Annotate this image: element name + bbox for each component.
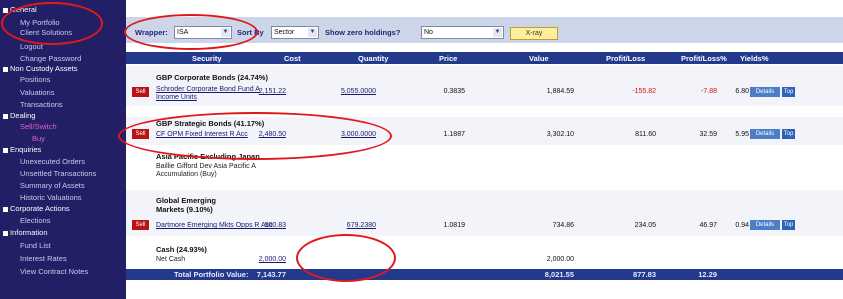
cash-cost-value[interactable]: 2,000.00 <box>230 256 286 263</box>
col-header-profit-loss[interactable]: Profit/Loss <box>606 54 645 63</box>
sidebar-nav: General My Portfolio Client Solutions Lo… <box>0 0 126 299</box>
group-title: Cash (24.93%) <box>156 245 207 254</box>
section-bullet-icon <box>3 66 8 72</box>
profit-loss-pct-value: 46.97 <box>699 222 717 229</box>
sidebar-item-unsettled-transactions[interactable]: Unsettled Transactions <box>20 169 96 178</box>
total-row: Total Portfolio Value: 7,143.77 8,021.55… <box>126 269 843 280</box>
sidebar-section-general[interactable]: General <box>3 5 37 14</box>
sort-by-select-value: Sector <box>274 29 295 36</box>
profit-loss-pct-value: 32.59 <box>699 131 717 138</box>
yield-value: 5.95 <box>735 131 749 138</box>
details-button[interactable]: Details <box>750 87 780 97</box>
details-button[interactable]: Details <box>750 129 780 139</box>
show-zero-holdings-value: No <box>424 29 433 36</box>
table-header: Security Cost Quantity Price Value Profi… <box>126 52 843 64</box>
sidebar-item-my-portfolio[interactable]: My Portfolio <box>20 18 60 27</box>
xray-button[interactable]: X-ray <box>510 27 558 40</box>
market-value: 734.86 <box>552 222 574 229</box>
price-value: 1.0819 <box>443 222 465 229</box>
market-value: 3,302.10 <box>546 131 574 138</box>
sidebar-item-positions[interactable]: Positions <box>20 75 50 84</box>
group-title: GBP Strategic Bonds (41.17%) <box>156 119 265 128</box>
cost-value[interactable]: 2,480.50 <box>230 131 286 138</box>
group-title: GBP Corporate Bonds (24.74%) <box>156 73 268 82</box>
section-bullet-icon <box>3 113 8 119</box>
col-header-profit-loss-pct[interactable]: Profit/Loss% <box>681 54 727 63</box>
yield-value: 0.94 <box>735 222 749 229</box>
sidebar-item-client-solutions[interactable]: Client Solutions <box>20 28 72 37</box>
wrapper-select-value: ISA <box>177 29 189 36</box>
top-button[interactable]: Top <box>782 220 795 230</box>
total-cost: 7,143.77 <box>256 270 286 279</box>
top-button[interactable]: Top <box>782 129 795 139</box>
group-title: Global Emerging Markets (9.10%) <box>156 196 217 214</box>
profit-loss-value: 234.05 <box>634 222 656 229</box>
total-profit-loss-pct: 12.29 <box>698 270 717 279</box>
sell-button[interactable]: Sell <box>132 220 149 230</box>
yield-value: 6.80 <box>735 88 749 95</box>
quantity-value[interactable]: 679.2380 <box>320 222 376 229</box>
sidebar-item-interest-rates[interactable]: Interest Rates <box>20 254 67 263</box>
wrapper-select[interactable]: ISA ▼ <box>174 26 232 39</box>
profit-loss-value: 811.60 <box>635 131 656 138</box>
sidebar-item-transactions[interactable]: Transactions <box>20 100 63 109</box>
cost-value[interactable]: 2,151.22 <box>230 88 286 95</box>
section-bullet-icon <box>3 206 8 212</box>
sidebar-section-non-custody-assets[interactable]: Non Custody Assets <box>3 64 78 73</box>
top-button[interactable]: Top <box>782 87 795 97</box>
col-header-quantity[interactable]: Quantity <box>358 54 388 63</box>
security-note: Baillie Gifford Dev Asia Pacific A Accum… <box>156 163 256 178</box>
col-header-security[interactable]: Security <box>192 54 222 63</box>
show-zero-holdings-select[interactable]: No ▼ <box>421 26 504 39</box>
cash-value: 2,000.00 <box>546 256 574 263</box>
total-value: 8,021.55 <box>544 270 574 279</box>
section-bullet-icon <box>3 147 8 153</box>
sidebar-item-summary-of-assets[interactable]: Summary of Assets <box>20 181 85 190</box>
sidebar-item-valuations[interactable]: Valuations <box>20 88 54 97</box>
sidebar-item-fund-list[interactable]: Fund List <box>20 241 51 250</box>
chevron-down-icon: ▼ <box>221 28 230 37</box>
chevron-down-icon: ▼ <box>308 28 317 37</box>
cash-label: Net Cash <box>156 256 186 263</box>
sidebar-item-unexecuted-orders[interactable]: Unexecuted Orders <box>20 157 85 166</box>
col-header-cost[interactable]: Cost <box>284 54 301 63</box>
show-zero-holdings-label: Show zero holdings? <box>325 28 401 37</box>
sidebar-section-information[interactable]: Information <box>3 228 48 237</box>
sidebar-item-view-contract-notes[interactable]: View Contract Notes <box>20 267 88 276</box>
sidebar-item-change-password[interactable]: Change Password <box>20 54 81 63</box>
quantity-value[interactable]: 3,000.0000 <box>320 131 376 138</box>
col-header-price[interactable]: Price <box>439 54 457 63</box>
portfolio-toolbar: Wrapper: ISA ▼ Sort By Sector ▼ Show zer… <box>126 17 843 43</box>
quantity-value[interactable]: 5,055.0000 <box>320 88 376 95</box>
sidebar-item-elections[interactable]: Elections <box>20 216 50 225</box>
sort-by-label: Sort By <box>237 28 264 37</box>
group-title: Asia Pacific Excluding Japan <box>156 152 260 161</box>
sidebar-item-sell-switch[interactable]: Sell/Switch <box>20 122 57 131</box>
sidebar-section-enquiries[interactable]: Enquiries <box>3 145 41 154</box>
price-value: 0.3835 <box>443 88 465 95</box>
section-bullet-icon <box>3 230 8 236</box>
section-bullet-icon <box>3 7 8 13</box>
price-value: 1.1887 <box>443 131 465 138</box>
profit-loss-value: -155.82 <box>632 88 656 95</box>
sell-button[interactable]: Sell <box>132 129 149 139</box>
profit-loss-pct-value: -7.88 <box>701 88 717 95</box>
sort-by-select[interactable]: Sector ▼ <box>271 26 319 39</box>
chevron-down-icon: ▼ <box>493 28 502 37</box>
col-header-value[interactable]: Value <box>529 54 549 63</box>
sidebar-section-dealing[interactable]: Dealing <box>3 111 35 120</box>
sell-button[interactable]: Sell <box>132 87 149 97</box>
total-profit-loss: 877.83 <box>633 270 656 279</box>
sidebar-item-buy[interactable]: Buy <box>32 134 45 143</box>
market-value: 1,884.59 <box>546 88 574 95</box>
sidebar-item-historic-valuations[interactable]: Historic Valuations <box>20 193 82 202</box>
sidebar-item-logout[interactable]: Logout <box>20 42 43 51</box>
wrapper-label: Wrapper: <box>135 28 168 37</box>
sidebar-section-corporate-actions[interactable]: Corporate Actions <box>3 204 70 213</box>
details-button[interactable]: Details <box>750 220 780 230</box>
cost-value[interactable]: 500.83 <box>230 222 286 229</box>
col-header-yields-pct[interactable]: Yields% <box>740 54 768 63</box>
